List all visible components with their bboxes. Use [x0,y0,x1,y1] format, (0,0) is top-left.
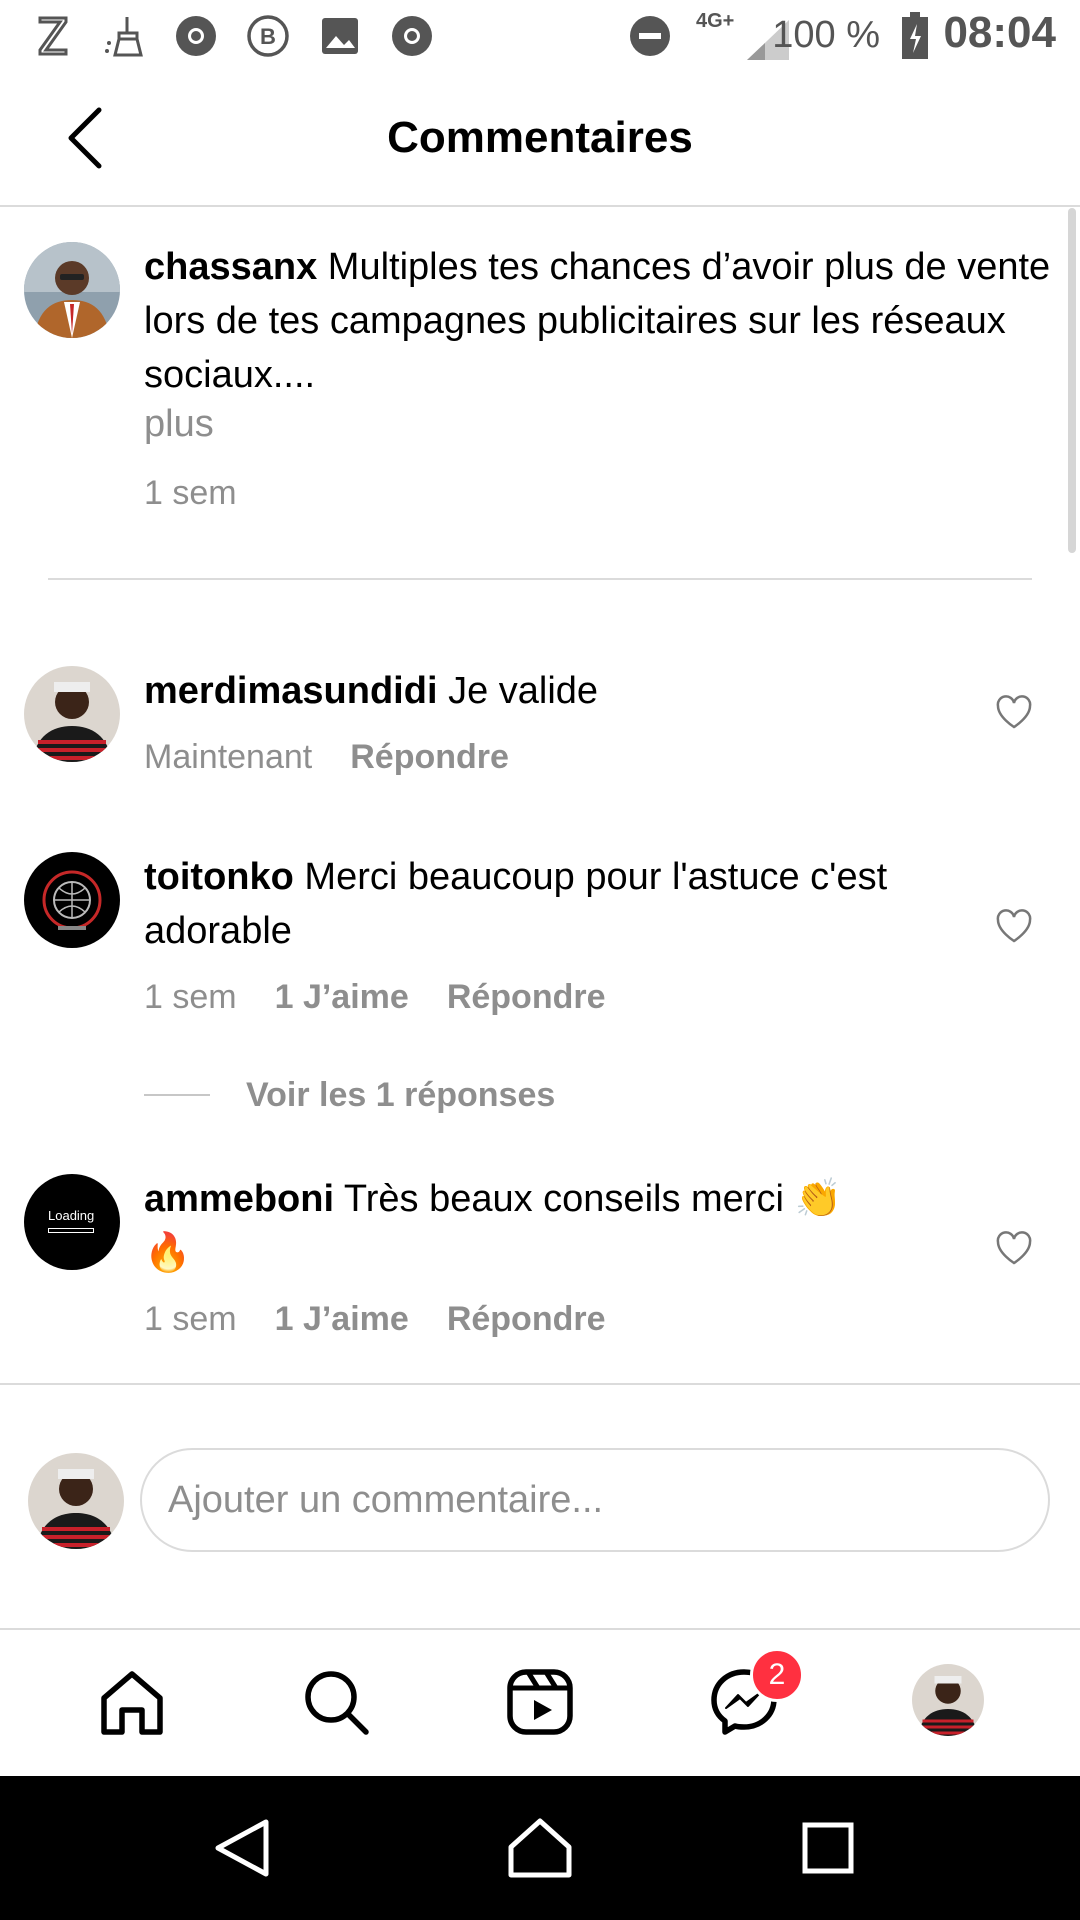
caption-timestamp: 1 sem [144,474,237,512]
comment-username[interactable]: toitonko [144,856,294,898]
comment-timestamp: 1 sem [144,978,237,1016]
loading-bar [48,1228,94,1233]
avatar[interactable] [24,666,120,762]
caption-username[interactable]: chassanx [144,246,317,288]
clock: 08:04 [943,8,1056,57]
caption-text: chassanx Multiples tes chances d’avoir p… [144,240,1059,402]
avatar[interactable] [24,852,120,948]
avatar[interactable] [24,242,120,338]
comment-meta: Maintenant Répondre [144,738,547,777]
scrollbar[interactable] [1068,208,1076,553]
replies-divider [144,1094,210,1096]
bottom-nav [0,1628,1080,1778]
divider [48,578,1032,580]
my-avatar [28,1453,124,1549]
do-not-disturb-icon [626,12,674,60]
comment-timestamp: 1 sem [144,1300,237,1338]
svg-text:B: B [260,24,276,49]
divider [0,1383,1080,1385]
chrome-icon [172,12,220,60]
battery-percent: 100 % [772,14,880,56]
cleaner-icon [100,12,148,60]
comment-username[interactable]: merdimasundidi [144,670,438,712]
likes-count[interactable]: 1 J’aime [275,1300,409,1339]
network-type: 4G+ [696,10,735,32]
status-bar: B 4G+ 100 % 08:04 [0,0,1080,75]
comment-text: toitonko Merci beaucoup pour l'astuce c'… [144,850,894,958]
likes-count[interactable]: 1 J’aime [275,978,409,1017]
comments-header: Commentaires [0,75,1080,207]
like-heart-icon[interactable] [994,692,1034,732]
comment-text: merdimasundidi Je valide [144,664,894,718]
comment-body: Je valide [448,670,599,712]
gallery-icon [316,12,364,60]
home-system-icon[interactable] [504,1812,576,1884]
home-icon[interactable] [92,1662,172,1742]
whatsapp-business-icon: B [244,12,292,60]
avatar[interactable]: Loading [24,1174,120,1270]
like-heart-icon[interactable] [994,1228,1034,1268]
back-triangle-icon[interactable] [206,1812,278,1884]
avatar-logo-text: Loading [48,1208,95,1223]
view-replies-button[interactable]: Voir les 1 réponses [246,1076,555,1115]
comment-username[interactable]: ammeboni [144,1178,334,1220]
comment-meta: 1 sem 1 J’aime Répondre [144,978,644,1017]
system-nav-bar [0,1776,1080,1920]
chrome-icon [388,12,436,60]
recents-icon[interactable] [792,1812,864,1884]
comment-input[interactable] [142,1450,1048,1550]
profile-avatar[interactable] [912,1664,984,1736]
comment-timestamp: Maintenant [144,738,313,776]
reply-button[interactable]: Répondre [447,1300,606,1339]
reels-icon[interactable] [500,1662,580,1742]
page-title: Commentaires [387,113,693,162]
reply-button[interactable]: Répondre [350,738,509,777]
like-heart-icon[interactable] [994,906,1034,946]
more-link[interactable]: plus [144,403,214,446]
s-logo-icon [28,12,76,60]
comment-input-wrapper[interactable] [140,1448,1050,1552]
comment-text: ammeboni Très beaux conseils merci 👏 🔥 [144,1172,894,1280]
messenger-badge: 2 [750,1648,804,1702]
battery-icon [900,12,930,60]
comment-meta: 1 sem 1 J’aime Répondre [144,1300,644,1339]
search-icon[interactable] [296,1662,376,1742]
reply-button[interactable]: Répondre [447,978,606,1017]
